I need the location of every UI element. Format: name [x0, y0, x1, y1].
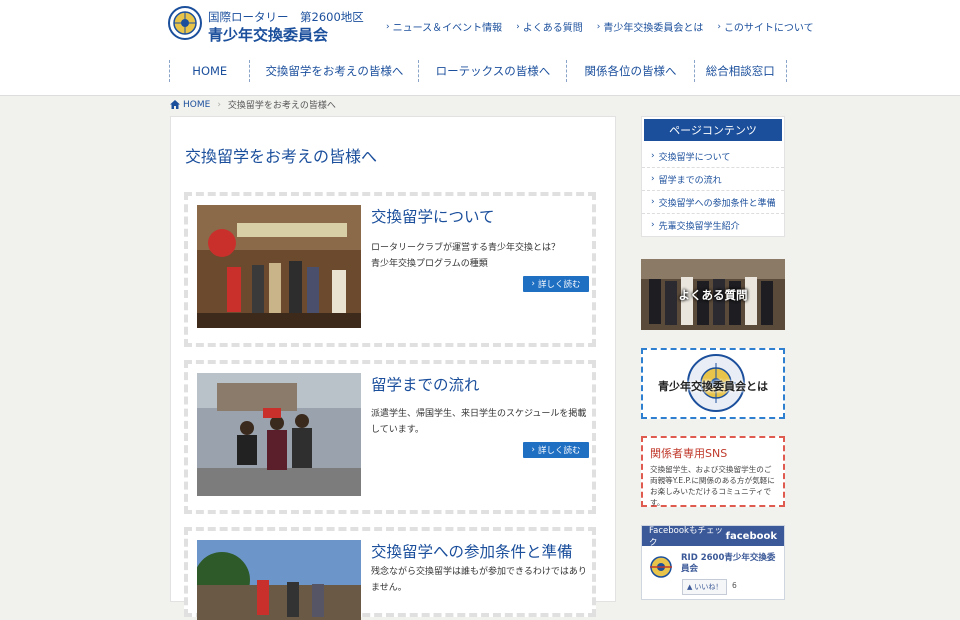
nav-rotex[interactable]: ローテックスの皆様へ — [419, 60, 568, 82]
card-desc: ロータリークラブが運営する青少年交換とは？ — [371, 243, 561, 253]
students-group-photo — [197, 373, 361, 496]
global-nav: HOME 交換留学をお考えの皆様へ ローテックスの皆様へ 関係各位の皆様へ 総合… — [169, 60, 787, 82]
link-label: ニュース＆イベント情報 — [392, 23, 503, 34]
students-stage-photo — [197, 205, 361, 328]
sns-box[interactable]: 関係者専用SNS 交換留学生、および交換留学生のご両親等Y.E.P.に関係のある… — [641, 436, 785, 507]
page-title: 交換留学をお考えの皆様へ — [185, 147, 378, 166]
page-contents-box: ページコンテンツ › 交換留学について › 留学までの流れ › 交換留学への参加条件と… — [641, 116, 785, 237]
nav-contact[interactable]: 総合相談窓口 — [695, 60, 787, 82]
breadcrumb-current: 交換留学をお考えの皆様へ — [227, 101, 336, 111]
site-logo[interactable]: 国際ロータリー 第2600地区 青少年交換委員会 — [168, 6, 368, 46]
chevron-right-icon: › — [516, 21, 520, 32]
breadcrumb: HOME › 交換留学をお考えの皆様へ — [170, 98, 336, 111]
committee-banner[interactable]: 青少年交換委員会とは — [641, 348, 785, 419]
sns-description: 交換留学生、および交換留学生のご両親等Y.E.P.に関係のある方が気軽にお楽しみ… — [650, 465, 775, 507]
sidebar: ページコンテンツ › 交換留学について › 留学までの流れ › 交換留学への参加条件と… — [641, 116, 785, 237]
button-label: 詳しく読む — [537, 446, 581, 456]
sns-title: 関係者専用SNS — [650, 447, 728, 460]
facebook-logo: facebook — [725, 530, 777, 542]
page-contents-heading: ページコンテンツ — [644, 119, 782, 141]
side-item-exchange[interactable]: › 交換留学について — [642, 145, 784, 167]
content-card: 交換留学への参加条件と準備 残念ながら交換留学は誰もが参加できるわけではありませ… — [184, 527, 596, 620]
facebook-check-label: Facebookもチェック — [649, 526, 723, 548]
like-label: いいね！ — [694, 583, 723, 591]
breadcrumb-home[interactable]: HOME — [170, 100, 210, 110]
facebook-box: Facebookもチェック facebook RID 2600青少年交換委員会 … — [641, 525, 785, 600]
card-photo[interactable] — [197, 540, 361, 620]
link-about-site[interactable]: › このサイトについて — [717, 19, 814, 35]
side-item-label: 交換留学への参加条件と準備 — [658, 198, 776, 209]
card-title[interactable]: 交換留学について — [371, 205, 495, 227]
chevron-right-icon: › — [531, 279, 535, 289]
chevron-right-icon: › — [596, 21, 601, 32]
logo-committee: 青少年交換委員会 — [208, 26, 329, 44]
nav-exchange[interactable]: 交換留学をお考えの皆様へ — [250, 60, 420, 82]
committee-page-avatar-icon — [650, 556, 672, 578]
main-content: 交換留学をお考えの皆様へ 交換留学について ロータリークラブが運営する青少年交換… — [170, 116, 616, 620]
card-desc: 残念ながら交換留学は誰もが参加できるわけではありません。 — [371, 567, 587, 593]
card-title[interactable]: 交換留学への参加条件と準備 — [371, 540, 573, 562]
link-label: よくある質問 — [522, 23, 583, 34]
breadcrumb-home-label: HOME — [183, 99, 211, 110]
side-item-label: 先輩交換留学生紹介 — [658, 221, 740, 232]
button-label: 詳しく読む — [537, 280, 581, 290]
link-committee[interactable]: › 青少年交換委員会とは — [596, 19, 704, 35]
side-item-label: 留学までの流れ — [658, 175, 722, 186]
read-more-button[interactable]: › 詳しく読む — [523, 276, 589, 292]
home-icon — [170, 100, 180, 109]
side-item-label: 交換留学について — [658, 152, 731, 163]
link-label: 青少年交換委員会とは — [603, 23, 704, 34]
side-item-conditions[interactable]: › 交換留学への参加条件と準備 — [642, 190, 784, 213]
facebook-page-name[interactable]: RID 2600青少年交換委員会 — [681, 553, 779, 575]
card-photo[interactable] — [197, 205, 361, 328]
chevron-right-icon: › — [651, 197, 655, 207]
chevron-right-icon: › — [651, 151, 655, 161]
chevron-right-icon: › — [386, 21, 390, 32]
link-news[interactable]: › ニュース＆イベント情報 — [386, 19, 503, 35]
facebook-header: Facebookもチェック facebook — [642, 526, 784, 548]
read-more-button[interactable]: › 詳しく読む — [523, 442, 589, 458]
logo-org: 国際ロータリー 第2600地区 — [208, 10, 364, 24]
students-outdoor-photo — [197, 540, 361, 620]
thumbs-up-icon: ▲ — [687, 583, 693, 591]
faq-banner-label: よくある質問 — [678, 288, 748, 302]
content-card: 交換留学について ロータリークラブが運営する青少年交換とは？ 青少年交換プログラ… — [184, 192, 596, 347]
card-desc: 青少年交換プログラムの種類 — [371, 259, 488, 269]
faq-banner[interactable]: よくある質問 — [641, 259, 785, 330]
side-item-flow[interactable]: › 留学までの流れ — [642, 167, 784, 190]
facebook-like-count: 6 — [732, 581, 737, 590]
committee-banner-label: 青少年交換委員会とは — [658, 380, 768, 393]
chevron-right-icon: › — [651, 174, 655, 184]
breadcrumb-separator: › — [217, 99, 221, 110]
rotary-emblem-icon — [168, 6, 202, 40]
link-label: このサイトについて — [723, 23, 814, 34]
card-title[interactable]: 留学までの流れ — [371, 373, 480, 395]
facebook-like-button[interactable]: ▲ いいね！ — [682, 579, 728, 595]
nav-home[interactable]: HOME — [170, 60, 251, 82]
card-desc: 派遣学生、帰国学生、来日学生のスケジュールを掲載しています。 — [371, 409, 587, 435]
card-photo[interactable] — [197, 373, 361, 496]
chevron-right-icon: › — [651, 220, 655, 230]
site-header: 国際ロータリー 第2600地区 青少年交換委員会 › ニュース＆イベント情報 › よ… — [0, 0, 960, 96]
nav-stakeholders[interactable]: 関係各位の皆様へ — [567, 60, 695, 82]
chevron-right-icon: › — [531, 445, 535, 455]
utility-links: › ニュース＆イベント情報 › よくある質問 › 青少年交換委員会とは › このサイトに… — [386, 19, 814, 35]
content-card: 留学までの流れ 派遣学生、帰国学生、来日学生のスケジュールを掲載しています。 ›… — [184, 360, 596, 514]
side-item-seniors[interactable]: › 先輩交換留学生紹介 — [642, 213, 784, 236]
chevron-right-icon: › — [717, 21, 721, 32]
link-faq[interactable]: › よくある質問 — [516, 19, 583, 35]
